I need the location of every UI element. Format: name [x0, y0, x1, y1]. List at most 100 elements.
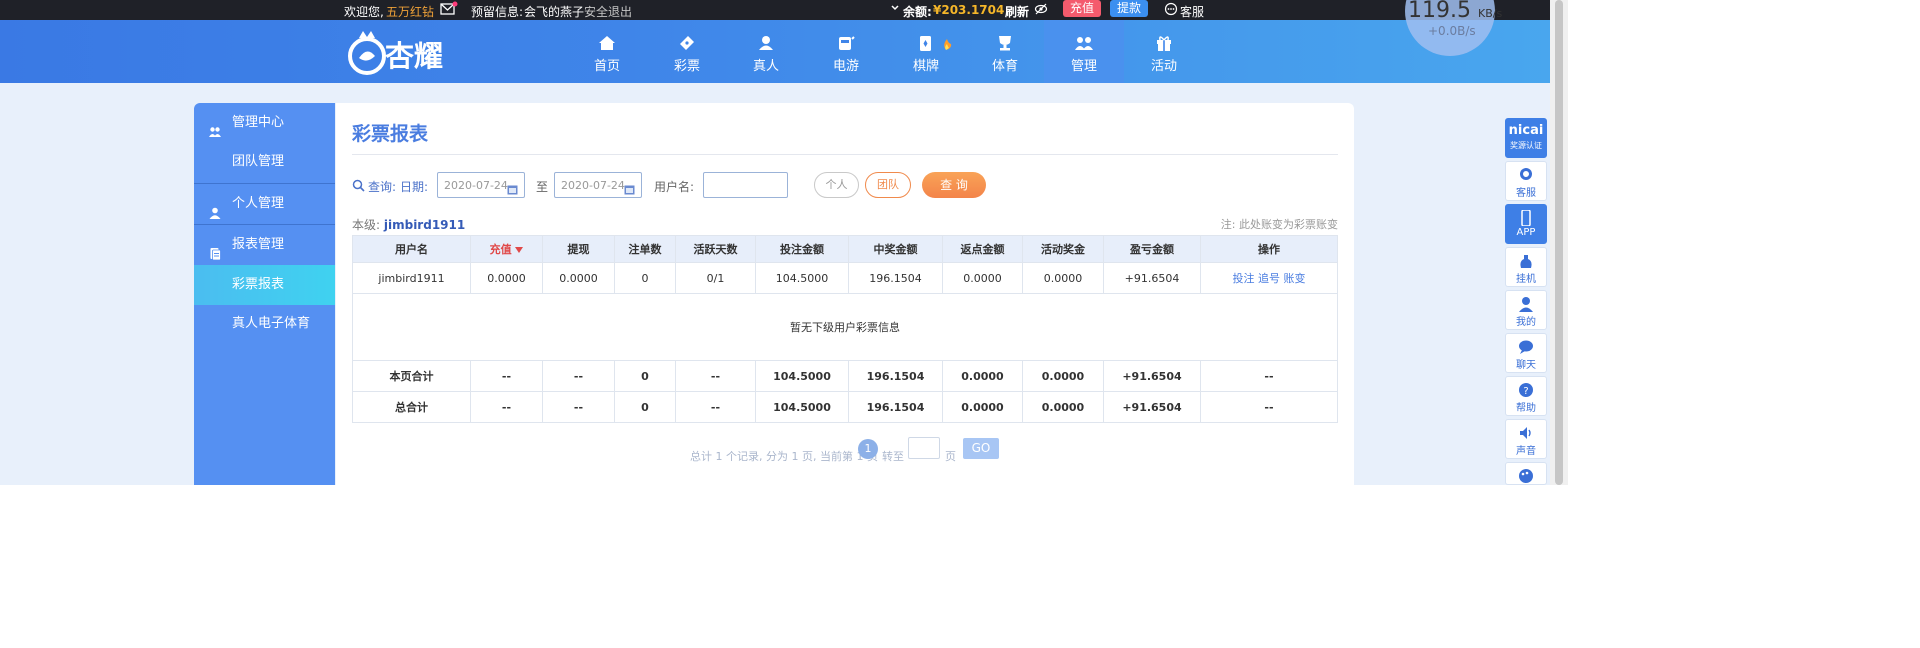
username-input[interactable] [703, 172, 788, 198]
rail-item-service[interactable]: 客服 [1505, 161, 1547, 201]
palette-icon [1517, 468, 1535, 484]
search-icon [352, 179, 365, 196]
date-to-value: 2020-07-24 [561, 179, 625, 192]
sidebar-item-live-egame-sports[interactable]: 真人电子体育 [194, 304, 335, 344]
refresh-link[interactable]: 刷新 [1005, 3, 1029, 20]
row-label: 本页合计 [352, 360, 471, 392]
sidebar-item-personal[interactable]: 个人管理 [194, 184, 335, 224]
report-note: 注: 此处账变为彩票账变 [1220, 218, 1338, 231]
table-header-row: 用户名 充值 提现 注单数 活跃天数 投注金额 中奖金额 返点金额 活动奖金 盈… [352, 235, 1338, 263]
table-cell: 0.0000 [1022, 262, 1104, 294]
sidebar-item-manage-center[interactable]: 管理中心 [194, 103, 335, 143]
calendar-icon[interactable] [507, 179, 518, 195]
page-number-input[interactable] [908, 437, 940, 459]
rail-label: 声音 [1516, 446, 1536, 457]
go-button[interactable]: GO [963, 438, 999, 459]
nav-item-manage[interactable]: 管理 [1044, 20, 1124, 83]
query-button[interactable]: 查 询 [922, 172, 986, 198]
username-link[interactable]: 五万红钻 [386, 3, 434, 20]
ticket-icon [647, 33, 727, 53]
brand-logo[interactable]: 杏耀 [345, 28, 460, 76]
sidebar-item-label: 报表管理 [232, 237, 285, 252]
sort-down-icon [515, 243, 524, 256]
nav-item-egame[interactable]: 电游 [806, 20, 886, 83]
table-row: jimbird1911 0.0000 0.0000 0 0/1 104.5000… [352, 262, 1338, 294]
table-cell: -- [542, 391, 615, 423]
nav-label-sports: 体育 [991, 59, 1018, 74]
col-header[interactable]: 投注金额 [755, 235, 849, 263]
rail-item-autobet[interactable]: 挂机 [1505, 247, 1547, 287]
rail-item-theme[interactable] [1505, 462, 1547, 485]
nav-item-sports[interactable]: 体育 [965, 20, 1045, 83]
table-cell: -- [470, 360, 543, 392]
col-header[interactable]: 盈亏金额 [1103, 235, 1201, 263]
rail-item-sound[interactable]: 声音 [1505, 419, 1547, 459]
rail-label: 聊天 [1516, 360, 1536, 371]
table-cell: 196.1504 [848, 391, 943, 423]
mail-icon[interactable] [440, 1, 458, 20]
table-cell: 196.1504 [848, 360, 943, 392]
sidebar-item-reports[interactable]: 报表管理 [194, 225, 335, 265]
date-label: 日期: [400, 180, 429, 194]
nav-item-home[interactable]: 首页 [567, 20, 647, 83]
team-button[interactable]: 团队 [865, 172, 911, 198]
nav-item-live[interactable]: 真人 [726, 20, 806, 83]
col-header[interactable]: 返点金额 [942, 235, 1023, 263]
pagination-summary: 总计 1 个记录, 分为 1 页, 当前第 1 页 [690, 450, 878, 463]
row-username-link[interactable]: jimbird1911 [352, 262, 471, 294]
eye-off-icon[interactable] [1034, 2, 1048, 19]
personal-button[interactable]: 个人 [814, 172, 859, 198]
service-link[interactable]: 客服 [1180, 3, 1204, 20]
col-header[interactable]: 提现 [542, 235, 615, 263]
users-icon [208, 116, 222, 137]
rail-item-certification[interactable]: nicai 奖源认证 [1505, 118, 1547, 158]
nav-item-cards[interactable]: 棋牌 [886, 20, 966, 83]
logout-link[interactable]: 安全退出 [584, 3, 632, 20]
date-from-value: 2020-07-24 [444, 179, 508, 192]
rail-item-mine[interactable]: 我的 [1505, 290, 1547, 330]
scrollbar-thumb[interactable] [1555, 0, 1563, 485]
sidebar-item-team[interactable]: 团队管理 [194, 142, 335, 182]
phone-icon [1517, 209, 1535, 227]
rail-item-app[interactable]: APP [1505, 204, 1547, 244]
welcome-text: 欢迎您, [344, 5, 384, 19]
level-info: 本级: jimbird1911 [352, 216, 465, 233]
action-transactions-link[interactable]: 账变 [1284, 272, 1306, 285]
sidebar-item-lottery-report[interactable]: 彩票报表 [194, 265, 335, 305]
username-label: 用户名: [654, 180, 695, 194]
calendar-icon[interactable] [624, 179, 635, 195]
current-page-button[interactable]: 1 [858, 439, 878, 459]
goto-label: 转至 [882, 450, 904, 463]
service-icon[interactable] [1164, 2, 1178, 19]
table-cell: 0.0000 [942, 262, 1023, 294]
nav-item-promo[interactable]: 活动 [1124, 20, 1204, 83]
withdraw-button[interactable]: 提款 [1110, 0, 1149, 17]
action-bets-link[interactable]: 投注 [1233, 272, 1255, 285]
col-header[interactable]: 活动奖金 [1022, 235, 1104, 263]
col-header[interactable]: 用户名 [352, 235, 471, 263]
table-cell: 104.5000 [755, 391, 849, 423]
nicai-icon: nicai [1508, 123, 1544, 138]
svg-text:?: ? [1523, 386, 1528, 397]
help-icon: ? [1517, 382, 1535, 398]
rail-item-chat[interactable]: 聊天 [1505, 333, 1547, 373]
chevron-down-icon[interactable] [890, 2, 900, 17]
col-header[interactable]: 注单数 [614, 235, 676, 263]
slot-icon [806, 33, 886, 53]
report-table: 用户名 充值 提现 注单数 活跃天数 投注金额 中奖金额 返点金额 活动奖金 盈… [352, 235, 1338, 423]
col-header[interactable]: 中奖金额 [848, 235, 943, 263]
deposit-button[interactable]: 充值 [1063, 0, 1102, 17]
rail-item-help[interactable]: ? 帮助 [1505, 376, 1547, 416]
table-cell: -- [1200, 360, 1338, 392]
col-header[interactable]: 活跃天数 [675, 235, 756, 263]
table-cell: 0.0000 [1022, 360, 1104, 392]
nav-item-lottery[interactable]: 彩票 [647, 20, 727, 83]
service-icon [1517, 167, 1535, 183]
action-chase-link[interactable]: 追号 [1258, 272, 1280, 285]
page-label: 页 [945, 450, 956, 463]
date-from-input[interactable]: 2020-07-24 [437, 172, 525, 198]
vertical-scrollbar[interactable] [1550, 0, 1568, 485]
date-to-input[interactable]: 2020-07-24 [554, 172, 642, 198]
rail-label: APP [1516, 227, 1536, 238]
col-header-sortable[interactable]: 充值 [470, 235, 543, 263]
